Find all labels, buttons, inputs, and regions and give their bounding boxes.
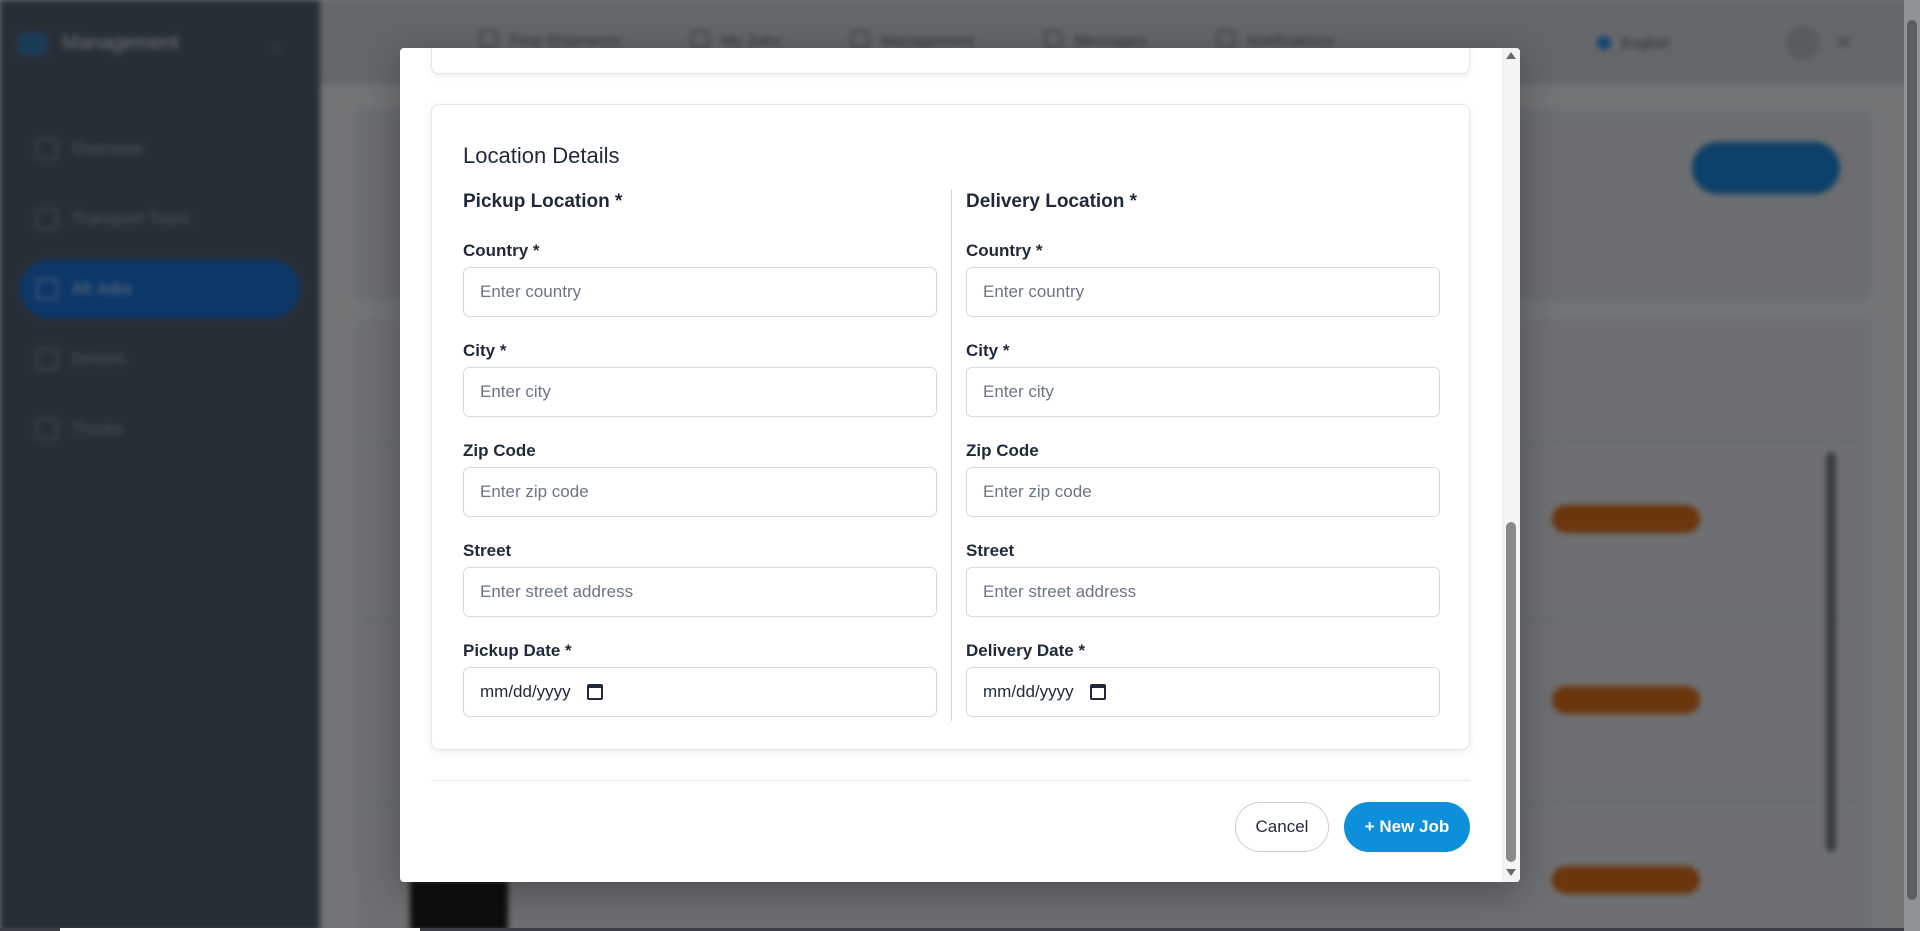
pickup-city-field: City * [463, 341, 937, 441]
section-title: Location Details [463, 143, 620, 168]
modal-scrollbar-thumb[interactable] [1506, 522, 1516, 862]
delivery-country-field: Country * [966, 241, 1440, 341]
scroll-up-arrow[interactable] [1506, 52, 1516, 59]
location-details-card: Location Details Pickup Location * Count… [431, 104, 1470, 750]
delivery-zip-input[interactable] [966, 467, 1440, 517]
calendar-icon[interactable] [1089, 684, 1106, 700]
footer-divider [431, 780, 1470, 781]
pickup-country-field: Country * [463, 241, 937, 341]
pickup-date-value: mm/dd/yyyy [480, 682, 571, 701]
pickup-date-field: Pickup Date * mm/dd/yyyy [463, 641, 937, 741]
delivery-city-input[interactable] [966, 367, 1440, 417]
pickup-country-label: Country * [463, 241, 540, 260]
delivery-street-input[interactable] [966, 567, 1440, 617]
delivery-city-label: City * [966, 341, 1010, 360]
pickup-location-title: Pickup Location * [463, 191, 623, 212]
previous-section-card [431, 48, 1470, 74]
page-scrollbar-thumb[interactable] [1907, 20, 1917, 900]
page-scrollbar[interactable] [1904, 0, 1920, 931]
new-job-modal: Location Details Pickup Location * Count… [400, 48, 1520, 882]
delivery-date-field: Delivery Date * mm/dd/yyyy [966, 641, 1440, 741]
delivery-zip-field: Zip Code [966, 441, 1440, 541]
new-job-button[interactable]: + New Job [1344, 802, 1470, 852]
delivery-country-label: Country * [966, 241, 1043, 260]
delivery-street-label: Street [966, 541, 1015, 560]
pickup-city-label: City * [463, 341, 507, 360]
delivery-city-field: City * [966, 341, 1440, 441]
pickup-date-label: Pickup Date * [463, 641, 572, 660]
pickup-country-input[interactable] [463, 267, 937, 317]
modal-scrollbar[interactable] [1502, 48, 1520, 882]
pickup-street-label: Street [463, 541, 512, 560]
delivery-date-label: Delivery Date * [966, 641, 1086, 660]
cancel-button[interactable]: Cancel [1235, 802, 1329, 852]
pickup-city-input[interactable] [463, 367, 937, 417]
pickup-street-field: Street [463, 541, 937, 641]
calendar-icon[interactable] [586, 684, 603, 700]
delivery-street-field: Street [966, 541, 1440, 641]
scroll-down-arrow[interactable] [1506, 869, 1516, 876]
delivery-location-column: Delivery Location * Country * City * Zip… [966, 189, 1440, 741]
pickup-date-input[interactable]: mm/dd/yyyy [463, 667, 937, 717]
pickup-location-column: Pickup Location * Country * City * Zip C… [463, 189, 937, 741]
pickup-zip-input[interactable] [463, 467, 937, 517]
pickup-zip-field: Zip Code [463, 441, 937, 541]
pickup-zip-label: Zip Code [463, 441, 536, 460]
column-divider [951, 189, 952, 721]
delivery-date-value: mm/dd/yyyy [983, 682, 1074, 701]
delivery-zip-label: Zip Code [966, 441, 1039, 460]
delivery-country-input[interactable] [966, 267, 1440, 317]
pickup-street-input[interactable] [463, 567, 937, 617]
delivery-date-input[interactable]: mm/dd/yyyy [966, 667, 1440, 717]
delivery-location-title: Delivery Location * [966, 191, 1138, 212]
